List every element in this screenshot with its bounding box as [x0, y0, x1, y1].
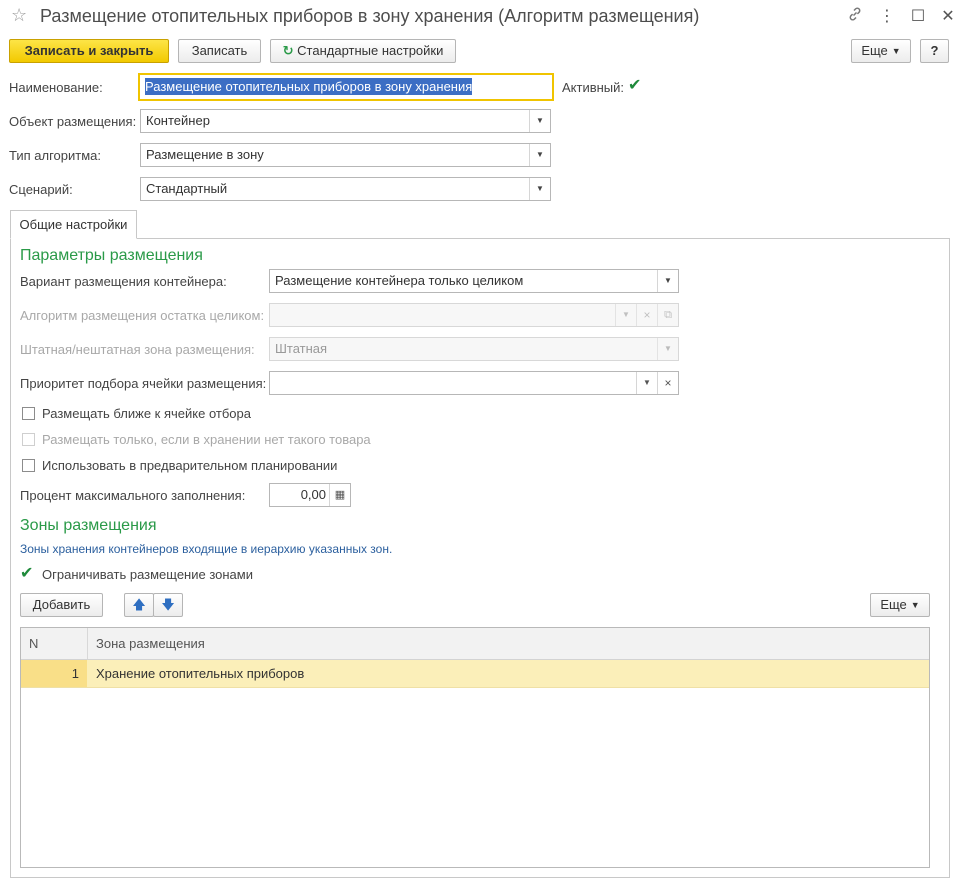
name-label: Наименование: — [9, 80, 103, 95]
clear-icon[interactable]: × — [657, 372, 678, 394]
chevron-down-icon[interactable]: ▼ — [529, 178, 550, 200]
more-menu-icon[interactable]: ⋮ — [877, 6, 897, 26]
max-fill-label: Процент максимального заполнения: — [20, 488, 246, 503]
standard-settings-label: Стандартные настройки — [297, 43, 444, 58]
zones-group-title: Зоны размещения — [20, 517, 157, 534]
remainder-algo-select: ▼ × ⧉ — [269, 303, 679, 327]
help-button[interactable]: ? — [920, 39, 949, 63]
max-fill-value: 0,00 — [300, 487, 326, 502]
chevron-down-icon[interactable]: ▼ — [529, 110, 550, 132]
row-number: 1 — [71, 666, 79, 681]
zone-type-select: Штатная ▼ — [269, 337, 679, 361]
table-header: N Зона размещения — [21, 628, 929, 660]
standard-settings-button[interactable]: ↻ Стандартные настройки — [270, 39, 456, 63]
chevron-down-icon[interactable]: ▼ — [529, 144, 550, 166]
name-value: Размещение отопительных приборов в зону … — [145, 78, 473, 95]
object-select[interactable]: Контейнер ▼ — [140, 109, 551, 133]
scenario-label: Сценарий: — [9, 182, 73, 197]
prelim-planning-label: Использовать в предварительном планирова… — [42, 458, 338, 473]
dropdown-arrow-icon: ▼ — [910, 600, 920, 610]
prelim-planning-checkbox[interactable] — [22, 459, 35, 472]
clear-icon: × — [636, 304, 657, 326]
container-variant-select[interactable]: Размещение контейнера только целиком ▼ — [269, 269, 679, 293]
move-down-button[interactable]: 🡇 — [153, 593, 183, 617]
only-if-no-stock-checkbox — [22, 433, 35, 446]
chevron-down-icon: ▼ — [615, 304, 636, 326]
zones-hint: Зоны хранения контейнеров входящие в иер… — [20, 542, 393, 556]
limit-zones-label: Ограничивать размещение зонами — [42, 567, 253, 582]
save-button[interactable]: Записать — [178, 39, 261, 63]
table-more-label: Еще — [880, 597, 907, 612]
closer-to-pick-checkbox[interactable] — [22, 407, 35, 420]
arrow-down-icon: 🡇 — [161, 597, 175, 612]
more-label: Еще — [861, 43, 888, 58]
algo-type-label: Тип алгоритма: — [9, 148, 102, 163]
limit-zones-checkbox[interactable]: ✔ — [20, 566, 33, 582]
scenario-value: Стандартный — [146, 181, 228, 196]
container-variant-value: Размещение контейнера только целиком — [275, 273, 524, 288]
dropdown-arrow-icon: ▼ — [891, 46, 901, 56]
arrow-up-icon: 🡅 — [132, 597, 146, 612]
more-button[interactable]: Еще ▼ — [851, 39, 911, 63]
calculator-icon[interactable]: ▦ — [329, 484, 350, 506]
object-value: Контейнер — [146, 113, 210, 128]
chevron-down-icon: ▼ — [657, 338, 678, 360]
move-up-button[interactable]: 🡅 — [124, 593, 154, 617]
column-header-zone[interactable]: Зона размещения — [87, 628, 205, 659]
column-header-n[interactable]: N — [29, 628, 38, 659]
zone-type-label: Штатная/нештатная зона размещения: — [20, 342, 255, 357]
open-icon: ⧉ — [657, 304, 678, 326]
tab-general-settings[interactable]: Общие настройки — [10, 210, 137, 239]
window-title: Размещение отопительных приборов в зону … — [40, 6, 700, 26]
closer-to-pick-label: Размещать ближе к ячейке отбора — [42, 406, 251, 421]
only-if-no-stock-label: Размещать только, если в хранении нет та… — [42, 432, 371, 447]
container-variant-label: Вариант размещения контейнера: — [20, 274, 227, 289]
remainder-algo-label: Алгоритм размещения остатка целиком: — [20, 308, 265, 323]
cell-priority-label: Приоритет подбора ячейки размещения: — [20, 376, 267, 391]
row-number-cell: 1 — [21, 660, 87, 687]
link-icon[interactable] — [845, 6, 865, 27]
algo-type-select[interactable]: Размещение в зону ▼ — [140, 143, 551, 167]
object-label: Объект размещения: — [9, 114, 137, 129]
table-row[interactable]: 1 Хранение отопительных приборов — [21, 660, 929, 688]
zones-table[interactable]: N Зона размещения 1 Хранение отопительны… — [20, 627, 930, 868]
maximize-icon[interactable]: ☐ — [908, 6, 928, 26]
params-group-title: Параметры размещения — [20, 247, 203, 264]
chevron-down-icon[interactable]: ▼ — [657, 270, 678, 292]
table-more-button[interactable]: Еще ▼ — [870, 593, 930, 617]
refresh-icon: ↻ — [282, 43, 294, 58]
scenario-select[interactable]: Стандартный ▼ — [140, 177, 551, 201]
zone-type-value: Штатная — [275, 341, 328, 356]
active-label: Активный: — [562, 80, 625, 95]
chevron-down-icon[interactable]: ▼ — [636, 372, 657, 394]
favorite-star-icon[interactable]: ☆ — [11, 5, 27, 26]
zone-name-cell: Хранение отопительных приборов — [96, 666, 305, 681]
name-input[interactable]: Размещение отопительных приборов в зону … — [138, 73, 554, 101]
save-and-close-button[interactable]: Записать и закрыть — [9, 39, 169, 63]
add-button[interactable]: Добавить — [20, 593, 103, 617]
close-icon[interactable]: ✕ — [938, 6, 958, 26]
cell-priority-select[interactable]: ▼ × — [269, 371, 679, 395]
algo-type-value: Размещение в зону — [146, 147, 264, 162]
active-checkbox[interactable]: ✔ — [628, 78, 641, 94]
max-fill-input[interactable]: 0,00 ▦ — [269, 483, 351, 507]
